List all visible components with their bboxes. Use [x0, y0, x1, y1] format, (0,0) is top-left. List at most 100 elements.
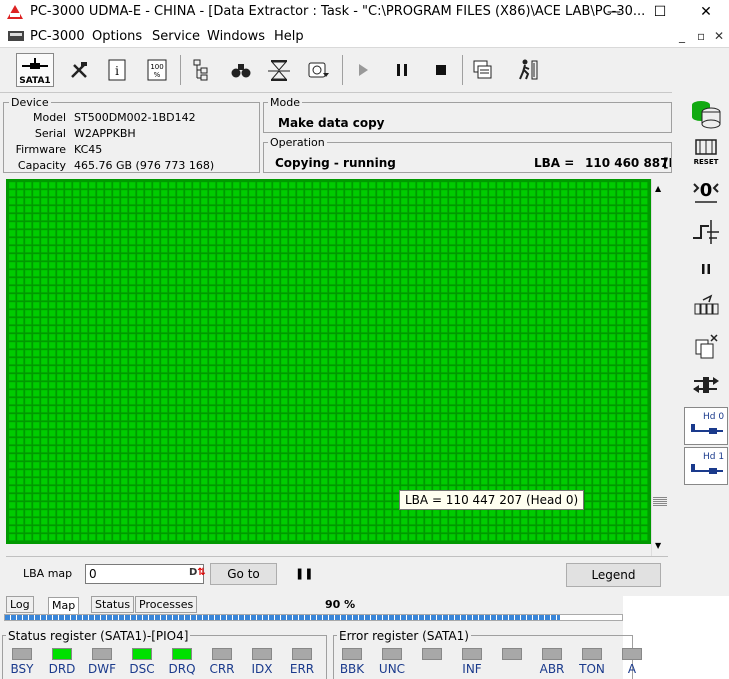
status-led-bsy	[12, 648, 32, 660]
status-label-bsy: BSY	[10, 662, 34, 676]
menu-help[interactable]: Help	[274, 29, 304, 44]
percent-button[interactable]: 100 %	[140, 53, 174, 87]
map-pause-button[interactable]: ❚❚	[295, 567, 313, 580]
status-led-err	[292, 648, 312, 660]
firmware-label: Firmware	[15, 143, 66, 156]
head-1-button[interactable]: Hd 1	[684, 447, 728, 485]
wrench-hammer-icon	[71, 62, 87, 78]
error-led-a	[622, 648, 642, 660]
power-button[interactable]: 0	[684, 172, 728, 210]
percent-page-icon: 100 %	[147, 59, 167, 81]
maximize-button[interactable]: ☐	[637, 0, 683, 26]
app-icon	[7, 5, 23, 19]
map-vertical-scrollbar[interactable]: ▲ ▼	[651, 179, 668, 556]
windows-button[interactable]	[466, 53, 500, 87]
svg-text:%: %	[154, 71, 161, 79]
tree-structure-icon	[193, 59, 208, 81]
signal-edge-icon	[693, 220, 719, 244]
status-label-idx: IDX	[251, 662, 273, 676]
exit-button[interactable]	[512, 53, 546, 87]
menu-options[interactable]: Options	[92, 29, 142, 44]
power-toggle-icon: 0	[693, 180, 719, 203]
tab-map[interactable]: Map	[48, 597, 80, 614]
pause-icon	[702, 264, 710, 274]
close-button[interactable]: ✕	[683, 0, 729, 26]
progress-bar	[4, 614, 623, 621]
status-label-err: ERR	[289, 662, 315, 676]
lba-map-input[interactable]: 0 D⇅	[85, 564, 206, 584]
stop-button[interactable]	[424, 53, 458, 87]
copy-close-button[interactable]	[684, 328, 728, 366]
model-value: ST500DM002-1BD142	[74, 111, 196, 124]
menu-windows[interactable]: Windows	[207, 29, 265, 44]
error-label-ton: TON	[579, 662, 605, 676]
window-title: PC-3000 UDMA-E - CHINA - [Data Extractor…	[30, 4, 646, 19]
operation-group-title: Operation	[268, 136, 327, 149]
sector-map-icon	[694, 294, 719, 315]
scroll-up-icon[interactable]: ▲	[655, 184, 661, 193]
mdi-restore-button[interactable]: ▫	[697, 29, 705, 43]
head-0-button[interactable]: Hd 0	[684, 407, 728, 445]
lba-value: 110 460 887	[585, 156, 669, 170]
hdd-copy-button[interactable]	[684, 94, 728, 132]
status-register-title: Status register (SATA1)-[PIO4]	[6, 629, 191, 643]
status-label-drd: DRD	[48, 662, 76, 676]
binoculars-icon	[231, 64, 251, 78]
svg-text:0: 0	[700, 180, 713, 201]
tab-processes[interactable]: Processes	[135, 596, 198, 613]
decimal-toggle-icon[interactable]: D⇅	[189, 567, 206, 578]
serial-value: W2APPKBH	[74, 127, 136, 140]
scroll-down-icon[interactable]: ▼	[655, 541, 661, 550]
scroll-thumb[interactable]	[653, 497, 667, 506]
progress-label: 90 %	[325, 598, 356, 611]
tree-button[interactable]	[184, 53, 218, 87]
open-task-button[interactable]	[302, 53, 336, 87]
pause-button[interactable]	[385, 53, 419, 87]
error-led-inf	[462, 648, 482, 660]
sata1-port-button[interactable]: SATA1	[16, 53, 54, 87]
svg-text:100: 100	[150, 63, 163, 71]
sector-button[interactable]	[684, 288, 728, 326]
progress-fill	[5, 615, 561, 620]
error-label-inf: INF	[462, 662, 482, 676]
error-led-ton	[582, 648, 602, 660]
search-button[interactable]	[224, 53, 258, 87]
tab-log[interactable]: Log	[6, 596, 34, 613]
reset-label: RESET	[694, 158, 719, 166]
mdi-minimize-button[interactable]: _	[679, 29, 685, 43]
hourglass-filter-icon	[268, 60, 290, 81]
start-button[interactable]	[346, 53, 380, 87]
signal-button[interactable]	[684, 212, 728, 250]
status-label-dsc: DSC	[129, 662, 155, 676]
lba-map-input-value: 0	[89, 567, 97, 581]
error-led-abr	[542, 648, 562, 660]
status-led-drq	[172, 648, 192, 660]
error-led-bit4	[502, 648, 522, 660]
model-label: Model	[32, 111, 66, 124]
mdi-close-button[interactable]: ✕	[714, 29, 724, 43]
hdd-info-button[interactable]: i	[100, 53, 134, 87]
pc3000-menu-icon[interactable]	[8, 29, 24, 43]
transfer-button[interactable]	[684, 366, 728, 404]
menu-service[interactable]: Service	[152, 29, 200, 44]
head-0-label: Hd 0	[703, 412, 725, 422]
filter-button[interactable]	[262, 53, 296, 87]
mode-value: Make data copy	[278, 116, 385, 130]
menu-pc3000[interactable]: PC-3000	[30, 29, 85, 44]
tab-status[interactable]: Status	[91, 596, 135, 613]
minimize-button[interactable]: —	[591, 0, 637, 26]
operation-status: Copying - running	[275, 156, 396, 170]
svg-text:i: i	[115, 64, 119, 78]
legend-button[interactable]: Legend	[566, 563, 661, 587]
title-bar: PC-3000 UDMA-E - CHINA - [Data Extractor…	[0, 0, 729, 26]
reset-button[interactable]: RESET	[684, 134, 728, 172]
device-group-title: Device	[9, 96, 51, 109]
head-arm-icon	[691, 464, 723, 474]
goto-button[interactable]: Go to	[210, 563, 277, 585]
status-led-drd	[52, 648, 72, 660]
toolbar-separator	[342, 55, 343, 85]
status-label-crr: CRR	[209, 662, 235, 676]
tools-button[interactable]	[62, 53, 96, 87]
panel-pause-button[interactable]	[684, 250, 728, 288]
serial-label: Serial	[34, 127, 66, 140]
